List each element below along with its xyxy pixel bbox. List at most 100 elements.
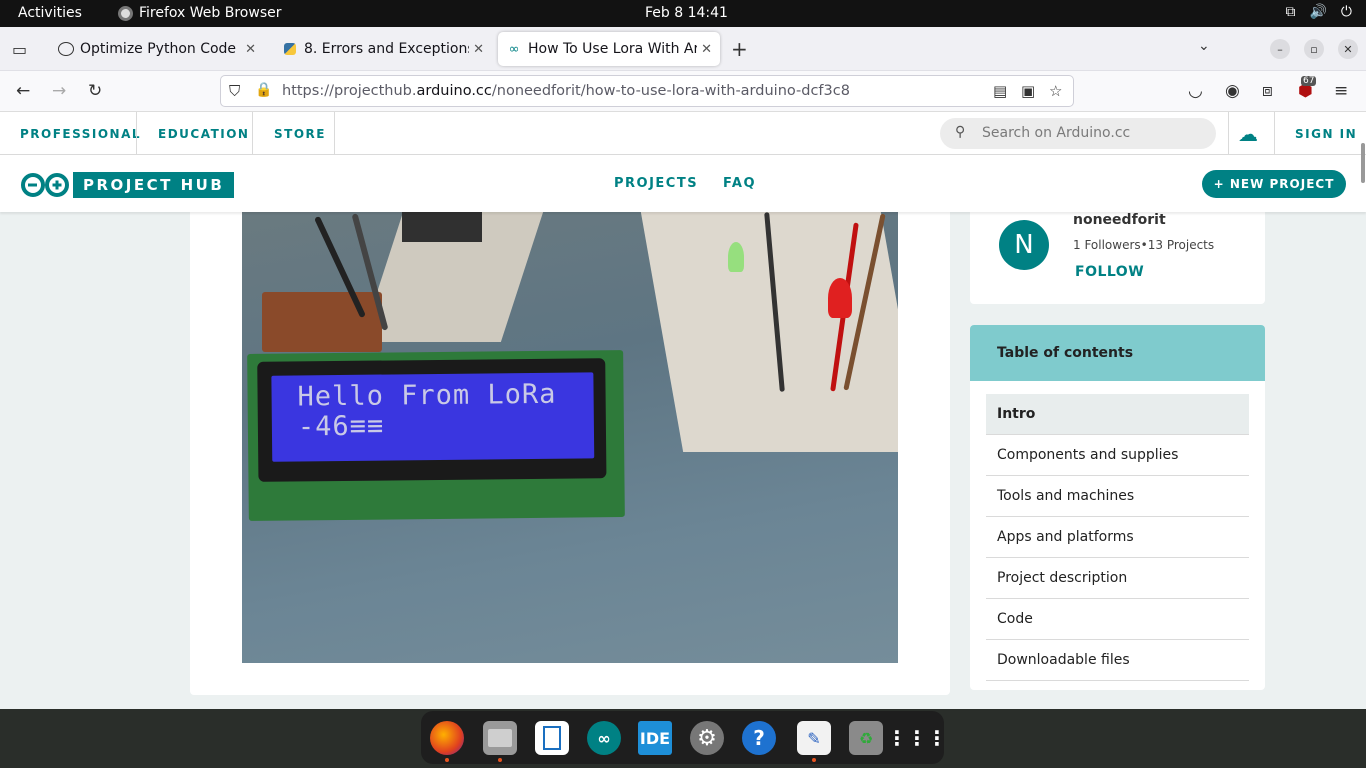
page-scrollbar[interactable]: [1361, 143, 1365, 183]
new-project-button[interactable]: + NEW PROJECT: [1202, 170, 1346, 198]
toc-item-tools[interactable]: Tools and machines: [986, 476, 1249, 517]
power-icon: ⏻: [1340, 4, 1352, 20]
account-icon[interactable]: ◉: [1225, 81, 1240, 101]
extension-badge: 67: [1301, 76, 1317, 86]
picture-in-picture-icon[interactable]: ▣: [1021, 82, 1035, 100]
project-hub-logo[interactable]: PROJECT HUB: [20, 172, 235, 198]
firefox-small-icon: [118, 5, 133, 21]
url-text[interactable]: https://projecthub.arduino.cc/noneedfori…: [282, 83, 850, 99]
system-tray[interactable]: ⧉ 🔊 ⏻: [1285, 4, 1352, 20]
close-icon[interactable]: ✕: [473, 42, 484, 57]
divider: [1274, 112, 1275, 155]
lcd-line-1: Hello From LoRa: [297, 378, 557, 413]
search-icon: ⚲: [955, 124, 966, 140]
divider: [334, 112, 335, 155]
minimize-button[interactable]: –: [1270, 39, 1290, 59]
new-tab-button[interactable]: +: [731, 37, 748, 61]
reader-view-icon[interactable]: ▤: [993, 82, 1007, 100]
toc-item-apps[interactable]: Apps and platforms: [986, 517, 1249, 558]
nav-projects[interactable]: PROJECTS: [614, 176, 698, 191]
close-icon[interactable]: ✕: [701, 42, 712, 57]
follow-button[interactable]: FOLLOW: [1075, 264, 1144, 280]
arduino-board: [402, 212, 482, 242]
pocket-icon[interactable]: ◡: [1188, 81, 1203, 101]
running-indicator: [445, 758, 449, 762]
tab-title: How To Use Lora With Ar: [528, 41, 698, 57]
help-icon[interactable]: ?: [742, 721, 776, 755]
toc-item-intro[interactable]: Intro: [986, 394, 1249, 435]
tab-lora-arduino[interactable]: ∞ How To Use Lora With Ar ✕: [498, 32, 720, 66]
search-placeholder: Search on Arduino.cc: [982, 125, 1131, 141]
settings-icon[interactable]: ⚙: [690, 721, 724, 755]
tab-title: 8. Errors and Exceptions: [304, 41, 470, 57]
close-icon[interactable]: ✕: [245, 42, 256, 57]
forward-icon[interactable]: →: [52, 81, 66, 101]
lcd-module: Hello From LoRa -46≡≡: [247, 350, 625, 521]
system-top-bar: Activities Firefox Web Browser Feb 8 14:…: [0, 0, 1366, 27]
toc-item-description[interactable]: Project description: [986, 558, 1249, 599]
volume-icon: 🔊: [1309, 4, 1327, 20]
toc-item-components[interactable]: Components and supplies: [986, 435, 1249, 476]
green-led: [728, 242, 744, 272]
lock-icon[interactable]: 🔒: [255, 82, 272, 98]
bookmark-star-icon[interactable]: ☆: [1049, 82, 1062, 100]
app-grid-icon[interactable]: ⋮⋮⋮: [887, 721, 947, 755]
chatgpt-icon: [58, 42, 74, 56]
author-stats: 1 Followers•13 Projects: [1073, 238, 1215, 252]
url-bar[interactable]: ⛉ 🔒 https://projecthub.arduino.cc/noneed…: [220, 75, 1074, 107]
app-name: Firefox Web Browser: [139, 5, 282, 21]
logo-text: PROJECT HUB: [73, 172, 235, 198]
back-icon[interactable]: ←: [16, 81, 30, 101]
text-editor-icon[interactable]: ✎: [797, 721, 831, 755]
running-indicator: [498, 758, 502, 762]
tab-errors-exceptions[interactable]: 8. Errors and Exceptions ✕: [274, 32, 492, 66]
reload-icon[interactable]: ↻: [88, 81, 102, 101]
url-path: /noneedforit/how-to-use-lora-with-arduin…: [491, 83, 850, 99]
close-window-button[interactable]: ✕: [1338, 39, 1358, 59]
arduino-icon[interactable]: ∞: [587, 721, 621, 755]
url-prefix: https://projecthub.: [282, 83, 417, 99]
extensions-icon[interactable]: ⧈: [1262, 81, 1273, 101]
arduino-global-nav: PROFESSIONAL EDUCATION STORE ⚲ Search on…: [0, 112, 1366, 155]
app-menu[interactable]: Firefox Web Browser: [118, 5, 282, 21]
cloud-icon[interactable]: ☁: [1238, 112, 1258, 155]
activities-button[interactable]: Activities: [18, 5, 82, 21]
nav-education[interactable]: EDUCATION: [158, 112, 249, 155]
nav-faq[interactable]: FAQ: [723, 176, 756, 191]
toc-item-code[interactable]: Code: [986, 599, 1249, 640]
toc-title: Table of contents: [970, 325, 1265, 381]
firefox-icon[interactable]: [430, 721, 464, 755]
tab-optimize-python[interactable]: Optimize Python Code Pe ✕: [50, 32, 264, 66]
nav-store[interactable]: STORE: [274, 112, 326, 155]
clock[interactable]: Feb 8 14:41: [645, 5, 728, 21]
menu-icon[interactable]: ≡: [1334, 81, 1348, 101]
ubuntu-dock: ∞ IDE ⚙ ? ✎ ♻ ⋮⋮⋮: [421, 711, 947, 764]
lora-module: [262, 292, 382, 352]
navigation-toolbar: ← → ↻ ⛉ 🔒 https://projecthub.arduino.cc/…: [0, 71, 1366, 112]
page-content: Hello From LoRa -46≡≡ N noneedforit 1 Fo…: [0, 212, 1366, 709]
files-icon[interactable]: [483, 721, 517, 755]
lcd-screen: Hello From LoRa -46≡≡: [271, 372, 595, 462]
arduino-icon: ∞: [508, 41, 520, 57]
ide-icon[interactable]: IDE: [638, 721, 672, 755]
table-of-contents: Table of contents Intro Components and s…: [970, 325, 1265, 690]
project-hub-header: PROJECT HUB PROJECTS FAQ + NEW PROJECT: [0, 155, 1366, 212]
running-indicator: [812, 758, 816, 762]
tab-title: Optimize Python Code Pe: [80, 41, 242, 57]
toc-item-downloads[interactable]: Downloadable files: [986, 640, 1249, 681]
avatar[interactable]: N: [999, 220, 1049, 270]
tab-strip: ▭ Optimize Python Code Pe ✕ 8. Errors an…: [0, 27, 1366, 71]
maximize-button[interactable]: ▫: [1304, 39, 1324, 59]
writer-icon[interactable]: [535, 721, 569, 755]
firefox-view-icon[interactable]: ▭: [12, 40, 27, 59]
project-cover-image: Hello From LoRa -46≡≡: [242, 212, 898, 663]
url-domain: arduino.cc: [416, 83, 492, 99]
author-name[interactable]: noneedforit: [1073, 212, 1166, 228]
sign-in-link[interactable]: SIGN IN: [1295, 112, 1357, 155]
arduino-logo-icon: [21, 173, 69, 197]
trash-icon[interactable]: ♻: [849, 721, 883, 755]
tracking-shield-icon[interactable]: ⛉: [229, 82, 240, 100]
nav-professional[interactable]: PROFESSIONAL: [20, 112, 141, 155]
site-search-input[interactable]: ⚲ Search on Arduino.cc: [940, 118, 1216, 149]
list-tabs-icon[interactable]: ⌄: [1198, 38, 1210, 54]
